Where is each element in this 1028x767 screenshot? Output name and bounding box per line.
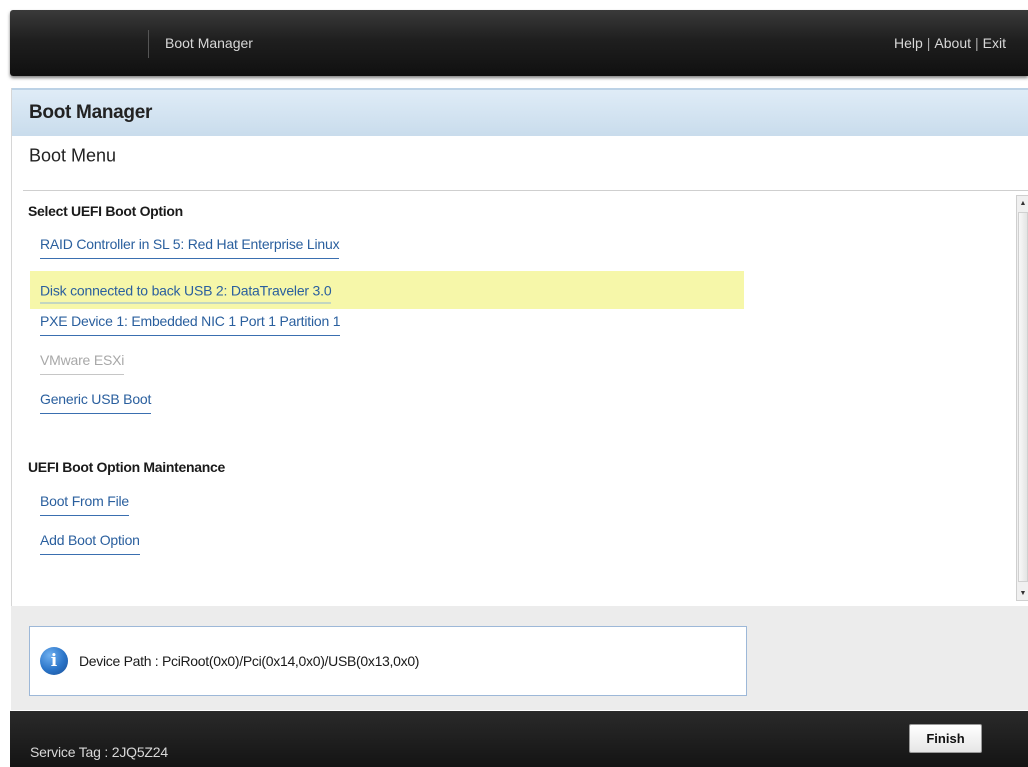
header-divider <box>148 30 149 58</box>
service-tag: Service Tag : 2JQ5Z24 <box>30 744 168 760</box>
add-boot-option[interactable]: Add Boot Option <box>40 532 140 555</box>
scroll-thumb[interactable] <box>1018 212 1028 582</box>
page-heading: Boot Menu <box>29 145 117 166</box>
about-link[interactable]: About <box>934 35 971 51</box>
scroll-up-arrow-icon[interactable]: ▲ <box>1017 196 1028 210</box>
section-label-uefi-maintenance: UEFI Boot Option Maintenance <box>28 459 225 475</box>
scroll-down-arrow-icon[interactable]: ▼ <box>1017 586 1028 600</box>
boot-options-list[interactable]: Select UEFI Boot Option RAID Controller … <box>12 191 1015 606</box>
link-separator: | <box>926 35 931 51</box>
boot-option-pxe-device[interactable]: PXE Device 1: Embedded NIC 1 Port 1 Part… <box>40 313 341 336</box>
panel-header: Boot Manager <box>12 88 1028 136</box>
vertical-scrollbar[interactable]: ▲ ▼ <box>1016 195 1028 601</box>
info-band: i Device Path : PciRoot(0x0)/Pci(0x14,0x… <box>11 606 1028 710</box>
boot-manager-screen: Boot Manager Help | About | Exit Boot Manage… <box>0 0 1028 767</box>
section-label-select-uefi-boot-option: Select UEFI Boot Option <box>28 203 183 219</box>
help-link[interactable]: Help <box>894 35 923 51</box>
link-separator: | <box>975 35 979 51</box>
device-path-info-box: i Device Path : PciRoot(0x0)/Pci(0x14,0x… <box>29 626 747 696</box>
main-panel: Boot Manager Boot Menu Select UEFI Boot … <box>11 88 1028 606</box>
footer-bar: Service Tag : 2JQ5Z24 Finish <box>10 711 1028 767</box>
info-icon: i <box>40 647 68 675</box>
header-title: Boot Manager <box>165 35 253 51</box>
boot-from-file-option[interactable]: Boot From File <box>40 493 129 516</box>
boot-option-vmware-esxi: VMware ESXi <box>40 352 124 375</box>
finish-button[interactable]: Finish <box>909 724 982 753</box>
boot-option-usb-disk-selected[interactable]: Disk connected to back USB 2: DataTravel… <box>30 271 744 309</box>
boot-option-usb-disk-label: Disk connected to back USB 2: DataTravel… <box>40 283 332 304</box>
boot-option-raid-controller[interactable]: RAID Controller in SL 5: Red Hat Enterpr… <box>40 236 340 259</box>
panel-title: Boot Manager <box>29 102 153 123</box>
device-path-text: Device Path : PciRoot(0x0)/Pci(0x14,0x0)… <box>79 653 420 669</box>
top-header-bar: Boot Manager Help | About | Exit <box>10 10 1028 76</box>
boot-option-generic-usb[interactable]: Generic USB Boot <box>40 391 151 414</box>
exit-link[interactable]: Exit <box>983 35 1006 51</box>
header-links: Help | About | Exit <box>894 35 1006 51</box>
